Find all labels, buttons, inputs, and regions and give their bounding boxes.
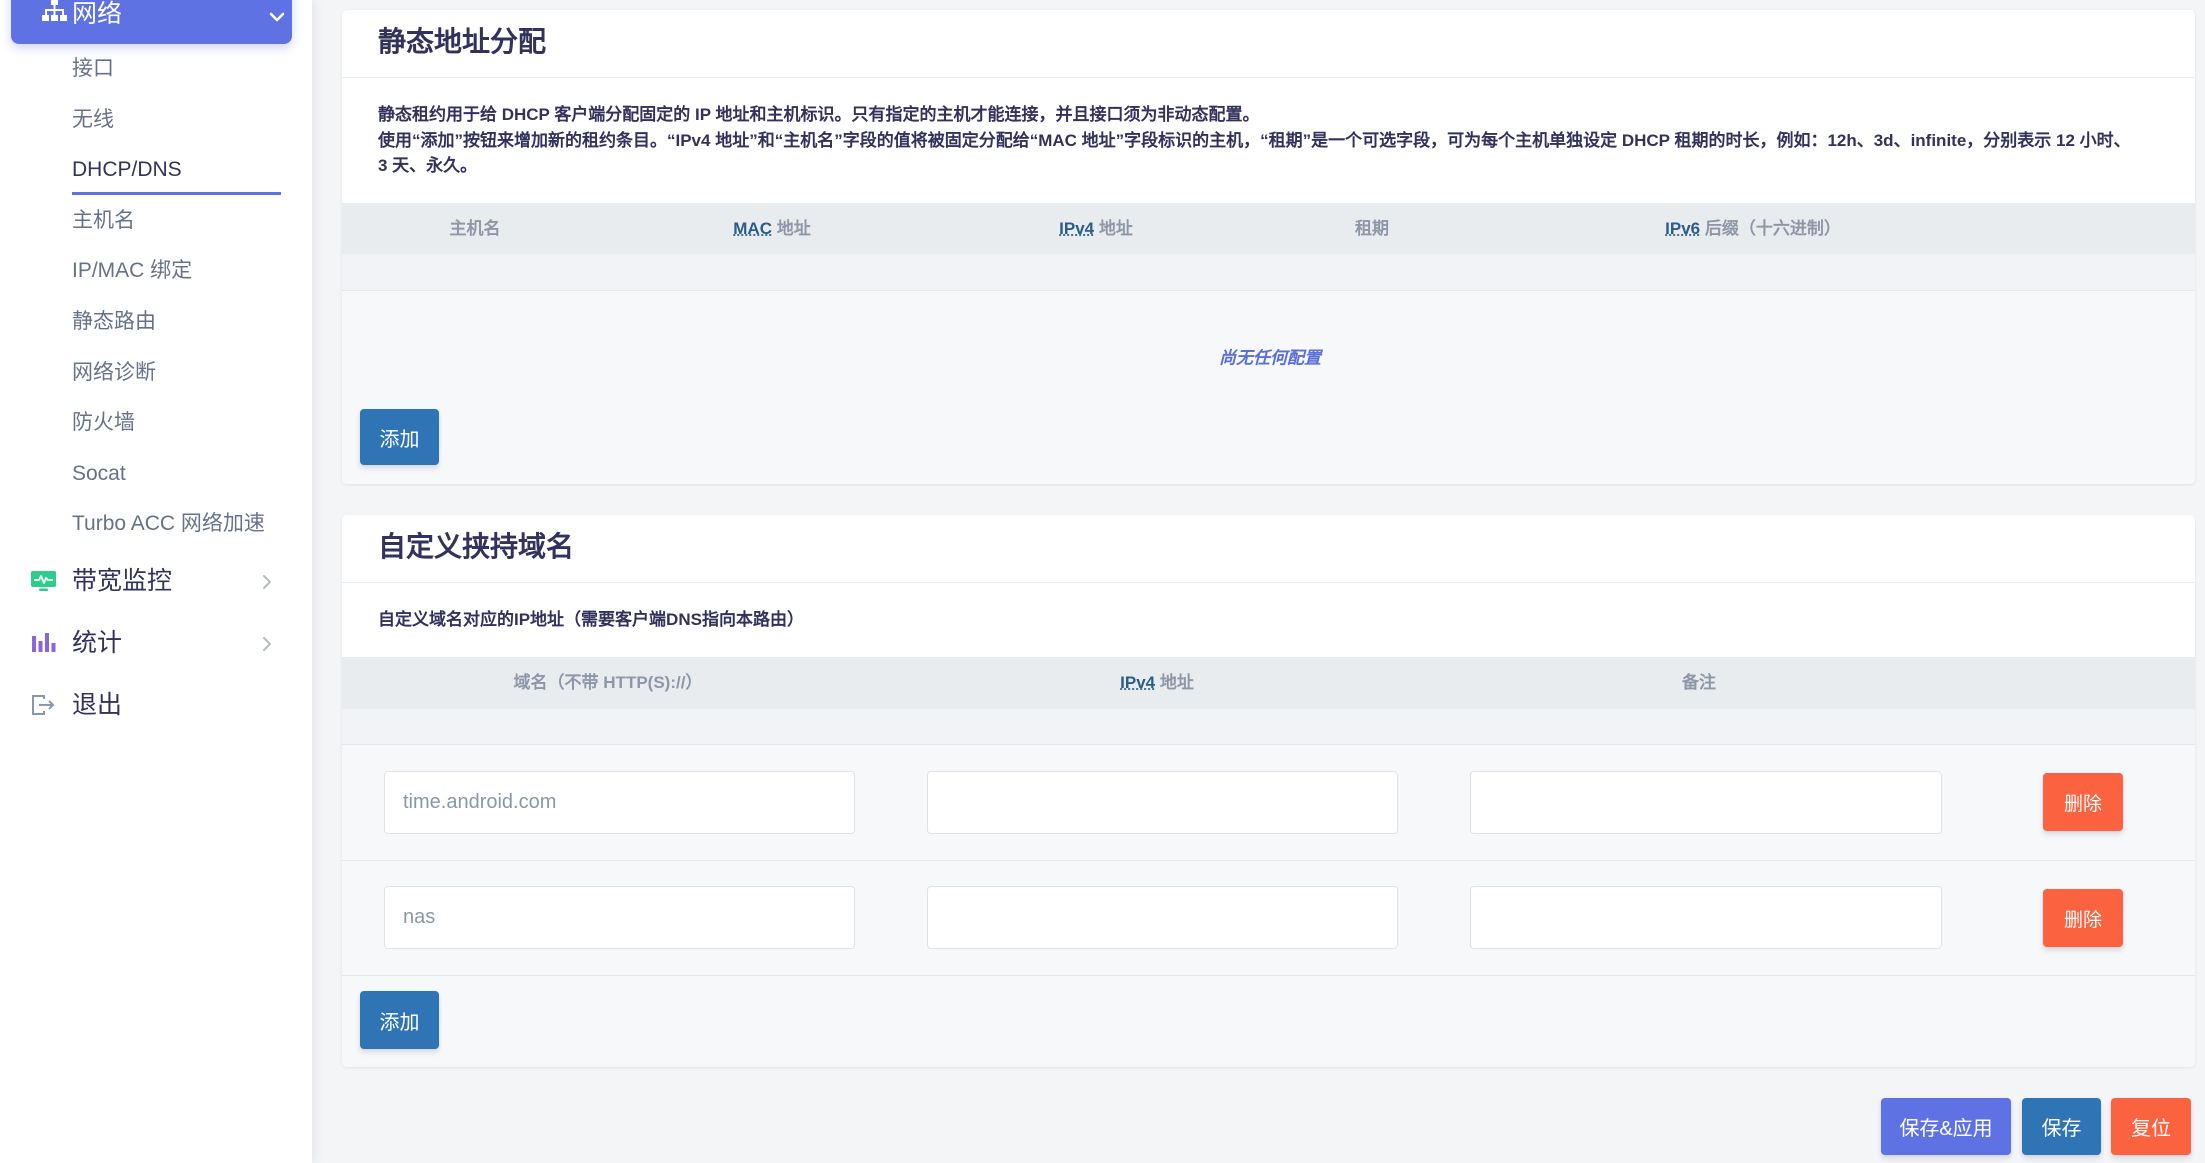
description-line: 使用“添加”按钮来增加新的租约条目。“IPv4 地址”和“主机名”字段的值将被固… bbox=[378, 130, 2131, 176]
chevron-right-icon bbox=[262, 636, 272, 652]
table-row: 删除 bbox=[342, 745, 2195, 861]
sidebar-item-hostnames[interactable]: 主机名 bbox=[0, 196, 312, 247]
sidebar-section-label: 统计 bbox=[72, 629, 123, 657]
section-description: 自定义域名对应的IP地址（需要客户端DNS指向本路由） bbox=[378, 610, 804, 629]
sidebar-item-socat[interactable]: Socat bbox=[0, 449, 312, 500]
column-header-mac: MAC 地址 bbox=[733, 203, 810, 254]
column-header-lease-time: 租期 bbox=[1355, 203, 1389, 254]
sidebar-section-statistics[interactable]: 统计 bbox=[0, 612, 312, 674]
ipv4-input[interactable] bbox=[927, 886, 1398, 949]
save-button[interactable]: 保存 bbox=[2022, 1098, 2101, 1155]
section-title: 静态地址分配 bbox=[378, 26, 547, 57]
chevron-right-icon bbox=[262, 574, 272, 590]
logout-icon bbox=[31, 694, 56, 716]
sidebar-item-ip-mac-binding[interactable]: IP/MAC 绑定 bbox=[0, 246, 312, 297]
sidebar-section-logout[interactable]: 退出 bbox=[0, 674, 312, 736]
column-header-domain: 域名（不带 HTTP(S)://） bbox=[514, 657, 703, 709]
divider bbox=[342, 77, 2195, 78]
domain-input[interactable] bbox=[384, 771, 855, 834]
ipv4-abbr: IPv4 bbox=[1059, 219, 1095, 238]
bar-chart-icon bbox=[31, 632, 56, 654]
note-input[interactable] bbox=[1470, 886, 1942, 949]
divider bbox=[342, 582, 2195, 583]
mac-abbr: MAC bbox=[733, 219, 772, 238]
sidebar-section-network[interactable]: 网络 bbox=[11, 0, 292, 44]
static-leases-card: 静态地址分配 静态租约用于给 DHCP 客户端分配固定的 IP 地址和主机标识。… bbox=[342, 10, 2195, 484]
description-line: 静态租约用于给 DHCP 客户端分配固定的 IP 地址和主机标识。只有指定的主机… bbox=[378, 105, 1260, 124]
column-header-label: 后缀（十六进制） bbox=[1704, 219, 1841, 238]
sidebar: 网络 接口 无线 DHCP/DNS 主机名 IP/MAC 绑定 静态路由 网络诊… bbox=[0, 0, 312, 1163]
sidebar-section-bandwidth[interactable]: 带宽监控 bbox=[0, 550, 312, 612]
sidebar-item-label: DHCP/DNS bbox=[72, 158, 182, 182]
section-description: 静态租约用于给 DHCP 客户端分配固定的 IP 地址和主机标识。只有指定的主机… bbox=[378, 102, 2135, 179]
column-header-label: 地址 bbox=[1098, 219, 1133, 238]
add-domain-button[interactable]: 添加 bbox=[360, 991, 439, 1049]
empty-placeholder: 尚无任何配置 bbox=[1219, 348, 1321, 368]
column-header-label: 主机名 bbox=[449, 219, 501, 238]
sitemap-icon bbox=[42, 0, 67, 22]
sidebar-item-firewall[interactable]: 防火墙 bbox=[0, 398, 312, 449]
table-spacer-row bbox=[342, 254, 2195, 291]
sidebar-item-diagnostics[interactable]: 网络诊断 bbox=[0, 348, 312, 399]
sidebar-section-label: 带宽监控 bbox=[72, 567, 173, 595]
table-header: 主机名 MAC 地址 IPv4 地址 租期 IPv6 后缀（十六进制） bbox=[342, 203, 2195, 254]
domain-input[interactable] bbox=[384, 886, 855, 949]
delete-button[interactable]: 删除 bbox=[2043, 889, 2123, 947]
sidebar-item-dhcp-dns[interactable]: DHCP/DNS bbox=[0, 145, 312, 196]
column-header-label: 备注 bbox=[1682, 673, 1716, 692]
column-header-note: 备注 bbox=[1682, 657, 1716, 709]
ipv4-abbr: IPv4 bbox=[1120, 673, 1156, 692]
sidebar-section-label: 退出 bbox=[72, 691, 123, 719]
note-input[interactable] bbox=[1470, 771, 1942, 834]
monitor-icon bbox=[31, 570, 56, 592]
column-header-label: 租期 bbox=[1355, 219, 1389, 238]
add-lease-button[interactable]: 添加 bbox=[360, 409, 439, 465]
sidebar-item-interfaces[interactable]: 接口 bbox=[0, 44, 312, 95]
sidebar-submenu: 接口 无线 DHCP/DNS 主机名 IP/MAC 绑定 静态路由 网络诊断 防… bbox=[0, 44, 312, 550]
custom-domains-table: 域名（不带 HTTP(S)://） IPv4 地址 备注 删除 删除 添加 bbox=[342, 657, 2195, 1067]
sidebar-section-label: 网络 bbox=[72, 0, 123, 28]
reset-button[interactable]: 复位 bbox=[2111, 1098, 2191, 1155]
sidebar-item-turbo-acc[interactable]: Turbo ACC 网络加速 bbox=[0, 499, 312, 550]
delete-button[interactable]: 删除 bbox=[2043, 773, 2123, 831]
column-header-ipv4: IPv4 地址 bbox=[1120, 657, 1194, 709]
sidebar-sections: 带宽监控 统计 退出 bbox=[0, 550, 312, 736]
custom-domains-card: 自定义挟持域名 自定义域名对应的IP地址（需要客户端DNS指向本路由） 域名（不… bbox=[342, 515, 2195, 1067]
ipv4-input[interactable] bbox=[927, 771, 1398, 834]
table-row: 删除 bbox=[342, 861, 2195, 976]
active-indicator bbox=[72, 191, 281, 195]
chevron-down-icon bbox=[269, 9, 285, 22]
sidebar-item-static-routes[interactable]: 静态路由 bbox=[0, 297, 312, 348]
column-header-hostname: 主机名 bbox=[450, 203, 501, 254]
section-title: 自定义挟持域名 bbox=[378, 531, 575, 562]
column-header-label: 地址 bbox=[776, 219, 811, 238]
column-header-ipv4: IPv4 地址 bbox=[1059, 203, 1133, 254]
table-spacer-row bbox=[342, 709, 2195, 745]
column-header-label: 域名（不带 HTTP(S)://） bbox=[513, 673, 703, 692]
sidebar-item-wireless[interactable]: 无线 bbox=[0, 95, 312, 146]
column-header-ipv6-suffix: IPv6 后缀（十六进制） bbox=[1665, 203, 1841, 254]
ipv6-abbr: IPv6 bbox=[1665, 219, 1701, 238]
save-apply-button[interactable]: 保存&应用 bbox=[1881, 1098, 2011, 1155]
table-header: 域名（不带 HTTP(S)://） IPv4 地址 备注 bbox=[342, 657, 2195, 709]
static-leases-table: 主机名 MAC 地址 IPv4 地址 租期 IPv6 后缀（十六进制） 尚无任何… bbox=[342, 203, 2195, 484]
column-header-label: 地址 bbox=[1159, 673, 1194, 692]
